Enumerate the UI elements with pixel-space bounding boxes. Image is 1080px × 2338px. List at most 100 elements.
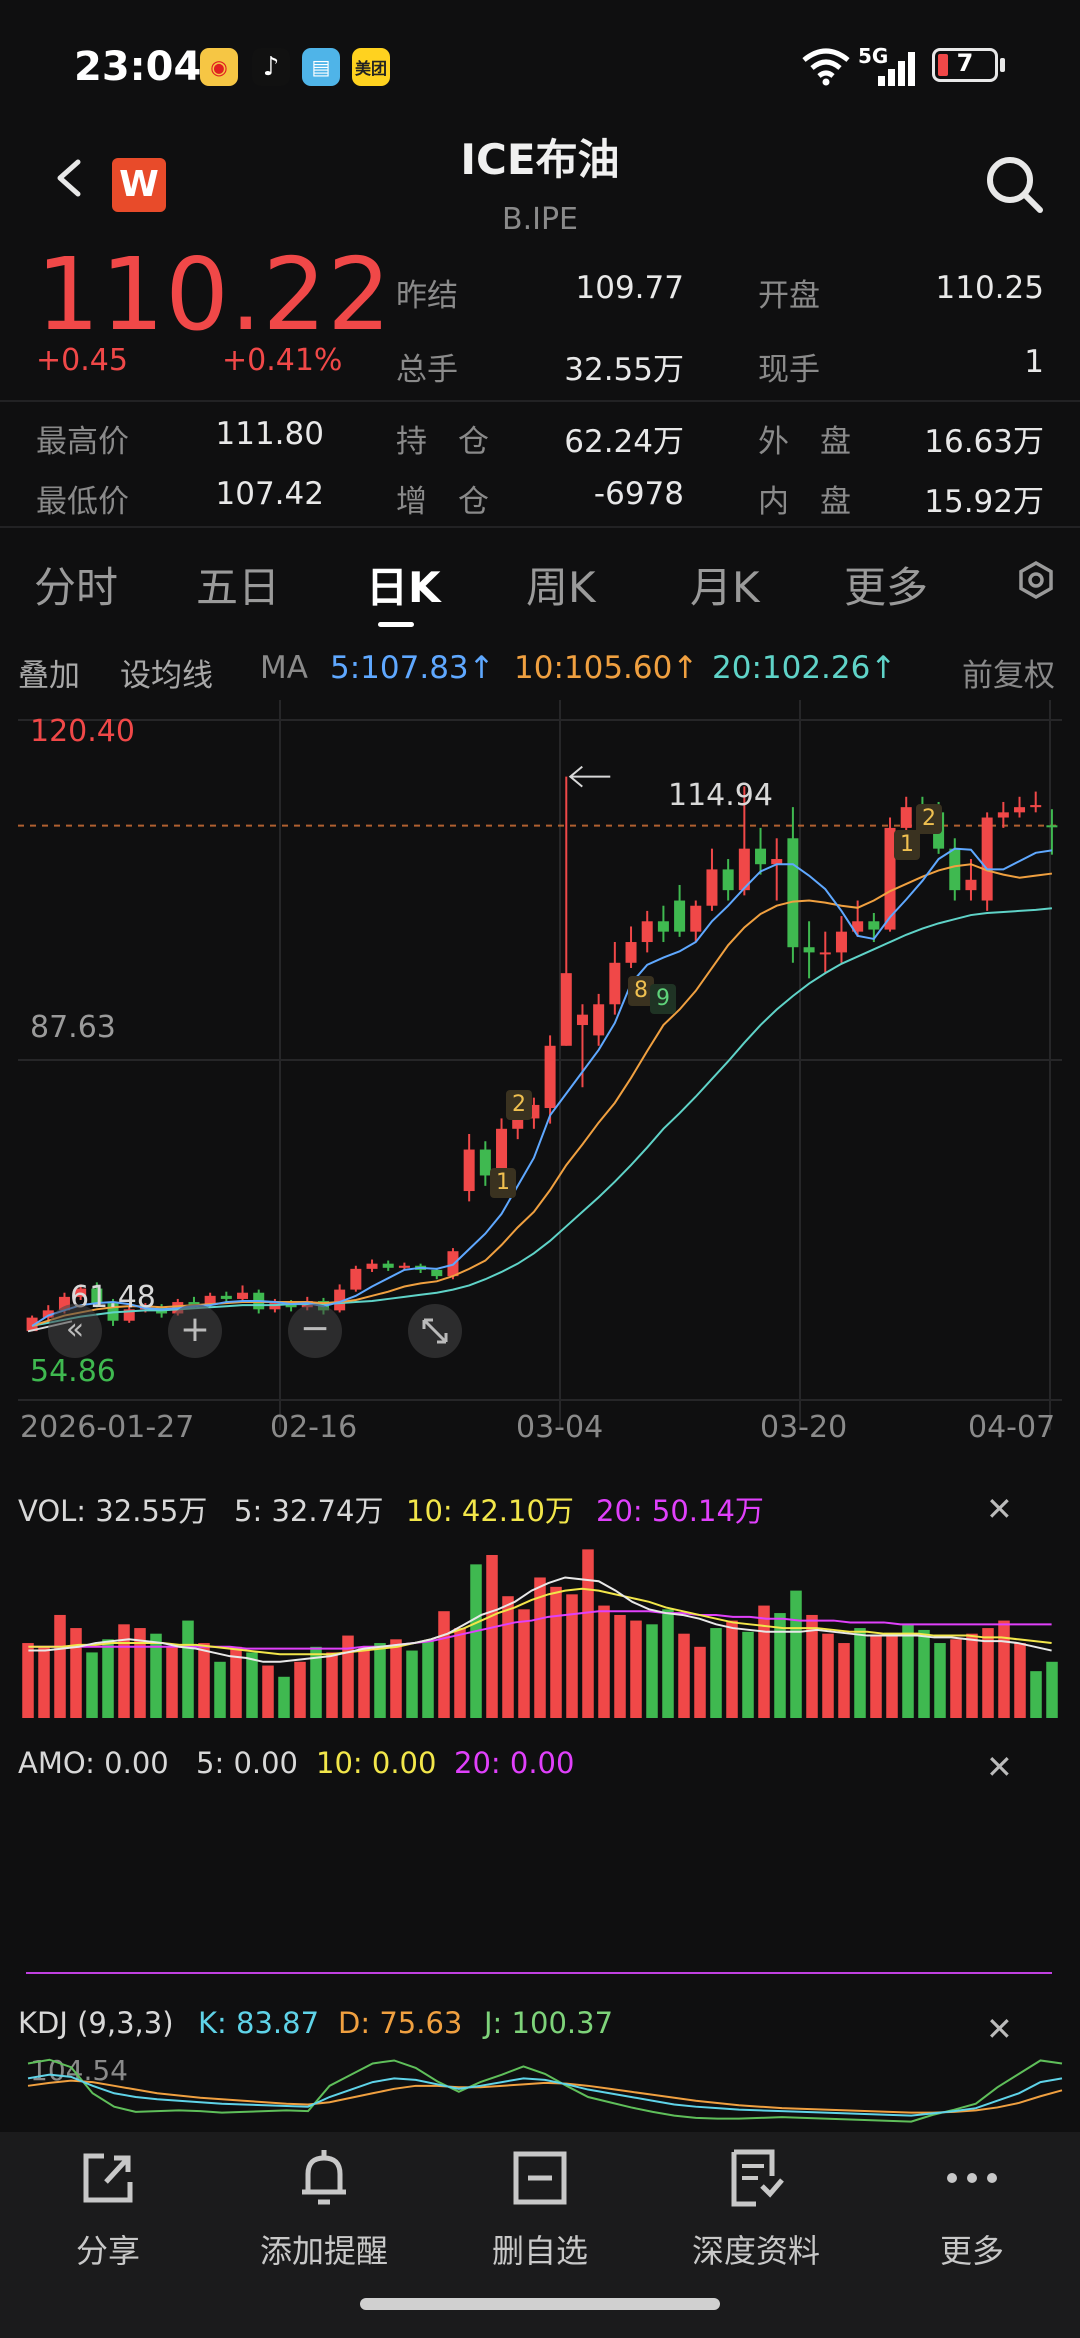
volume-bar <box>438 1611 450 1718</box>
candle-body <box>1014 807 1026 813</box>
vol-ma5: 5: 32.74万 <box>234 1494 384 1528</box>
candle-body <box>1030 805 1042 808</box>
bell-icon <box>302 2150 346 2205</box>
volume-bar <box>950 1639 962 1718</box>
candle-body <box>674 900 686 932</box>
tiktok-icon: ♪ <box>252 48 290 86</box>
tab-monthly-k[interactable]: 月K <box>690 554 760 615</box>
scroll-left-icon[interactable]: « <box>48 1304 102 1358</box>
candle-body <box>609 962 621 1005</box>
volume-bar <box>902 1624 914 1718</box>
zoom-in-icon[interactable]: + <box>168 1304 222 1358</box>
tab-indicator <box>378 622 414 627</box>
fullscreen-icon[interactable] <box>408 1304 462 1358</box>
volume-bar <box>758 1605 770 1718</box>
candle-body <box>641 921 653 943</box>
candle-body <box>787 838 799 948</box>
volume-bar <box>102 1639 114 1718</box>
tab-daily-k[interactable]: 日K <box>366 554 441 615</box>
close-icon[interactable]: ✕ <box>986 2010 1013 2048</box>
volume-bar <box>262 1665 274 1718</box>
volume-bar <box>406 1650 418 1718</box>
research-label: 深度资料 <box>691 2232 820 2270</box>
volume-bar <box>22 1643 34 1718</box>
volume-bar <box>502 1596 514 1718</box>
field-value: 32.55万 <box>564 352 684 388</box>
overlay-button[interactable]: 叠加 <box>18 650 80 695</box>
x-tick: 2026-01-27 <box>20 1410 195 1445</box>
volume-bar <box>486 1554 498 1718</box>
zoom-out-icon[interactable]: − <box>288 1304 342 1358</box>
home-indicator[interactable] <box>360 2298 720 2310</box>
candle-body <box>803 947 815 953</box>
instrument-code: B.IPE <box>501 202 578 237</box>
volume-bar <box>678 1633 690 1718</box>
status-bar: 23:04 ◉ ♪ ▤ 美团 5G 7 <box>0 0 1080 140</box>
volume-bar <box>726 1620 738 1718</box>
ma-label: MA <box>260 650 308 686</box>
volume-bar <box>278 1676 290 1718</box>
volume-bar <box>38 1646 50 1718</box>
price-change: +0.45 <box>36 343 128 378</box>
field-label: 外 盘 <box>758 424 851 460</box>
volume-bar <box>86 1652 98 1718</box>
tab-more[interactable]: 更多 <box>844 554 928 615</box>
volume-bar <box>182 1620 194 1718</box>
volume-bar <box>294 1661 306 1718</box>
volume-bar <box>550 1586 562 1718</box>
field-value: 110.25 <box>935 270 1044 306</box>
tab-intraday[interactable]: 分时 <box>34 554 118 615</box>
ma5-value: 5:107.83↑ <box>330 650 495 686</box>
volume-bar <box>934 1643 946 1718</box>
divider <box>0 400 1080 402</box>
marker-badge: 1 <box>490 1168 516 1198</box>
amo-legend: AMO: 0.00 <box>18 1746 169 1780</box>
volume-bar <box>918 1629 930 1718</box>
kdj-d: D: 75.63 <box>338 2006 463 2040</box>
candle-body <box>965 879 977 891</box>
volume-bar <box>326 1652 338 1718</box>
gear-icon[interactable] <box>1016 560 1056 600</box>
set-ma-button[interactable]: 设均线 <box>120 650 213 695</box>
marker-badge: 2 <box>916 804 942 834</box>
marker-badge: 1 <box>894 830 920 860</box>
kdj-chart[interactable] <box>0 2050 1080 2132</box>
volume-bar <box>710 1628 722 1718</box>
field-label: 现手 <box>758 352 820 388</box>
battery-tip <box>1000 58 1005 72</box>
close-icon[interactable]: ✕ <box>986 1748 1013 1786</box>
candle-body <box>237 1292 249 1299</box>
field-value: 109.77 <box>575 270 684 306</box>
book-icon: ▤ <box>302 48 340 86</box>
volume-bar <box>662 1609 674 1718</box>
volume-bar <box>870 1635 882 1718</box>
candle-body <box>755 848 767 865</box>
tab-weekly-k[interactable]: 周K <box>526 554 596 615</box>
more-icon <box>947 2173 997 2183</box>
close-icon[interactable]: ✕ <box>986 1490 1013 1528</box>
marker-badge: 9 <box>650 984 676 1014</box>
ma10-value: 10:105.60↑ <box>514 650 699 686</box>
volume-bar <box>246 1652 258 1718</box>
adjust-button[interactable]: 前复权 <box>962 650 1055 695</box>
volume-bar <box>742 1631 754 1718</box>
volume-bar <box>214 1661 226 1718</box>
volume-bar <box>374 1643 386 1718</box>
volume-chart[interactable] <box>0 1530 1080 1720</box>
tab-five-day[interactable]: 五日 <box>196 554 280 615</box>
candle-body <box>997 812 1009 818</box>
divider <box>0 526 1080 528</box>
kdj-k: K: 83.87 <box>198 2006 320 2040</box>
amo-line <box>26 1972 1052 1974</box>
field-label: 增 仓 <box>396 484 489 520</box>
field-label: 最高价 <box>36 424 129 460</box>
field-label: 昨结 <box>396 278 458 314</box>
volume-bar <box>582 1549 594 1718</box>
signal-icon <box>878 52 915 86</box>
field-value: 1 <box>1024 344 1044 380</box>
field-value: 62.24万 <box>564 424 684 460</box>
amo-ma10: 10: 0.00 <box>316 1746 437 1780</box>
volume-bar <box>790 1590 802 1718</box>
search-icon[interactable] <box>980 150 1048 218</box>
volume-bar <box>70 1628 82 1718</box>
